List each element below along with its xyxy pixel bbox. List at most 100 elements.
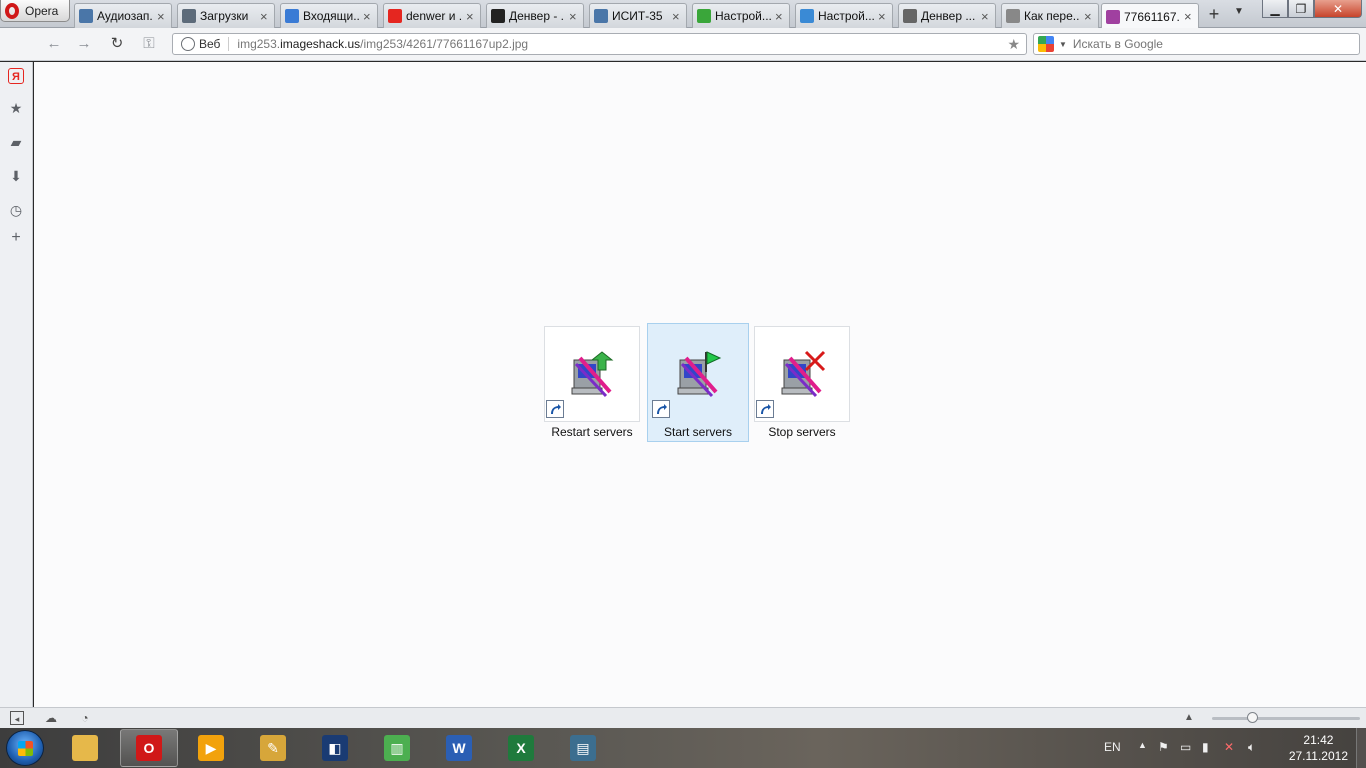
view-up-icon[interactable]: ▲ (1182, 711, 1196, 725)
downloads-icon (182, 9, 196, 23)
tab-10[interactable]: 77661167... × (1101, 3, 1199, 29)
downloads-icon[interactable]: ⬇ (8, 168, 24, 184)
tab-1[interactable]: Загрузки × (177, 3, 275, 28)
tab-5[interactable]: ИСИТ-35 × (589, 3, 687, 28)
tab-title: Как пере... (1024, 9, 1080, 23)
tab-title: denwer и ... (406, 9, 462, 23)
search-input[interactable] (1072, 37, 1353, 51)
tab-bar: Opera Аудиозап...×Загрузки×Входящи...×de… (0, 0, 1366, 29)
volume-icon[interactable]: 🔈︎ (1248, 740, 1255, 755)
back-button[interactable]: ← (43, 34, 65, 54)
opera-menu-button[interactable]: Opera (0, 0, 70, 22)
bookmark-star-icon[interactable]: ★ (1007, 36, 1020, 53)
opera-icon: O (136, 735, 162, 761)
windows-taskbar: O ▶ ✎ ◧ ▥ W X ▤ EN ▲ ⚑ ▭ ▮ ✕ 🔈︎ 21:42 27.11.201… (0, 728, 1366, 768)
tab-close-icon[interactable]: × (1184, 9, 1194, 24)
clock-time: 21:42 (1303, 733, 1334, 747)
flag-icon[interactable]: ⚑ (1158, 740, 1169, 754)
tab-8[interactable]: Денвер ... × (898, 3, 996, 28)
tab-title: Загрузки (200, 9, 249, 23)
taskbar-reader-button[interactable]: ▤ (554, 729, 612, 767)
maximize-button[interactable]: ❐ (1288, 0, 1314, 18)
tab-close-icon[interactable]: × (981, 9, 991, 24)
close-window-button[interactable]: ✕ (1314, 0, 1362, 18)
yandex-icon[interactable]: Я (8, 68, 24, 84)
tab-title: 77661167... (1124, 9, 1180, 24)
yandex-icon (388, 9, 402, 23)
page-icon (1006, 9, 1020, 23)
tab-close-icon[interactable]: × (1084, 9, 1094, 24)
tab-4[interactable]: Денвер - ... × (486, 3, 584, 28)
taskbar-excel-button[interactable]: X (492, 729, 550, 767)
word-icon: W (446, 735, 472, 761)
reload-button[interactable]: ↻ (106, 34, 128, 54)
cloud-icon[interactable]: ☁ (44, 711, 58, 725)
tab-7[interactable]: Настрой... × (795, 3, 893, 28)
taskbar-opera-button[interactable]: O (120, 729, 178, 767)
new-tab-button[interactable]: + (1204, 3, 1224, 25)
notes-icon[interactable]: ▰ (8, 134, 24, 150)
address-bar[interactable]: Веб img253.imageshack.us/img253/4261/776… (172, 33, 1027, 55)
url-path: /img253/4261/77661167up2.jpg (360, 37, 529, 51)
vk-audio-icon (79, 9, 93, 23)
panel-toggle-icon[interactable]: ◂ (10, 711, 24, 725)
tab-close-icon[interactable]: × (466, 9, 476, 24)
zoom-slider-knob[interactable] (1247, 712, 1258, 723)
show-desktop-button[interactable] (1356, 728, 1366, 768)
tab-title: ИСИТ-35 (612, 9, 663, 23)
tab-close-icon[interactable]: × (672, 9, 682, 24)
taskbar-explorer-button[interactable] (56, 729, 114, 767)
taskbar-network-button[interactable]: ▥ (368, 729, 426, 767)
tab-close-icon[interactable]: × (157, 9, 167, 24)
network-icon: ▥ (384, 735, 410, 761)
tray-expand-icon[interactable]: ▲ (1138, 740, 1147, 750)
device-icon[interactable]: ▮ (1202, 740, 1209, 754)
url-host: imageshack.us (280, 37, 361, 51)
taskbar-dolby-button[interactable]: ◧ (306, 729, 364, 767)
stop-servers-shortcut[interactable]: Stop servers (754, 326, 850, 442)
speed-dial-icon[interactable]: ◔ (78, 711, 92, 725)
tab-title: Денвер - ... (509, 9, 565, 23)
restart-servers-shortcut[interactable]: Restart servers (544, 326, 640, 442)
tab-close-icon[interactable]: × (363, 9, 373, 24)
network-disabled-icon[interactable]: ✕ (1224, 740, 1234, 754)
web-label: Веб (199, 37, 230, 51)
tab-close-icon[interactable]: × (569, 9, 579, 24)
search-engine-chevron-icon[interactable]: ▼ (1059, 40, 1067, 49)
clock[interactable]: 21:42 27.11.2012 (1289, 732, 1348, 764)
forward-button[interactable]: → (73, 34, 95, 54)
opera-menu-label: Opera (25, 3, 59, 18)
add-panel-icon[interactable]: + (8, 230, 24, 246)
start-servers-shortcut[interactable]: Start servers (647, 323, 749, 442)
taskbar-word-button[interactable]: W (430, 729, 488, 767)
google-icon[interactable] (1038, 36, 1054, 52)
bookmarks-star-icon[interactable]: ★ (8, 100, 24, 116)
reader-icon: ▤ (570, 735, 596, 761)
tab-title: Денвер ... (921, 9, 976, 23)
tab-close-icon[interactable]: × (878, 9, 888, 24)
url-text[interactable]: img253.imageshack.us/img253/4261/7766116… (237, 37, 528, 51)
taskbar-media-button[interactable]: ▶ (182, 729, 240, 767)
tab-0[interactable]: Аудиозап... × (74, 3, 172, 28)
tab-close-icon[interactable]: × (260, 9, 270, 24)
history-clock-icon[interactable]: ◷ (8, 202, 24, 218)
key-icon[interactable]: ⚿ (138, 34, 160, 54)
display-icon[interactable]: ▭ (1180, 740, 1191, 754)
tab-3[interactable]: denwer и ... × (383, 3, 481, 28)
tab-close-icon[interactable]: × (775, 9, 785, 24)
start-button[interactable] (6, 730, 44, 766)
tab-2[interactable]: Входящи... × (280, 3, 378, 28)
search-box[interactable]: ▼ (1033, 33, 1360, 55)
shortcut-arrow-icon (652, 400, 670, 418)
minimize-button[interactable]: ▁ (1262, 0, 1288, 18)
image-icon (1106, 9, 1120, 24)
tab-9[interactable]: Как пере... × (1001, 3, 1099, 28)
zoom-slider-track[interactable] (1212, 717, 1360, 720)
taskbar-paint-button[interactable]: ✎ (244, 729, 302, 767)
language-indicator[interactable]: EN (1104, 740, 1121, 754)
tab-title: Настрой... (715, 9, 771, 23)
tab-6[interactable]: Настрой... × (692, 3, 790, 28)
status-bar: ◂ ☁ ◔ ▲ (0, 707, 1366, 728)
vk-icon (594, 9, 608, 23)
tab-menu-chevron-icon[interactable]: ▼ (1234, 6, 1244, 17)
